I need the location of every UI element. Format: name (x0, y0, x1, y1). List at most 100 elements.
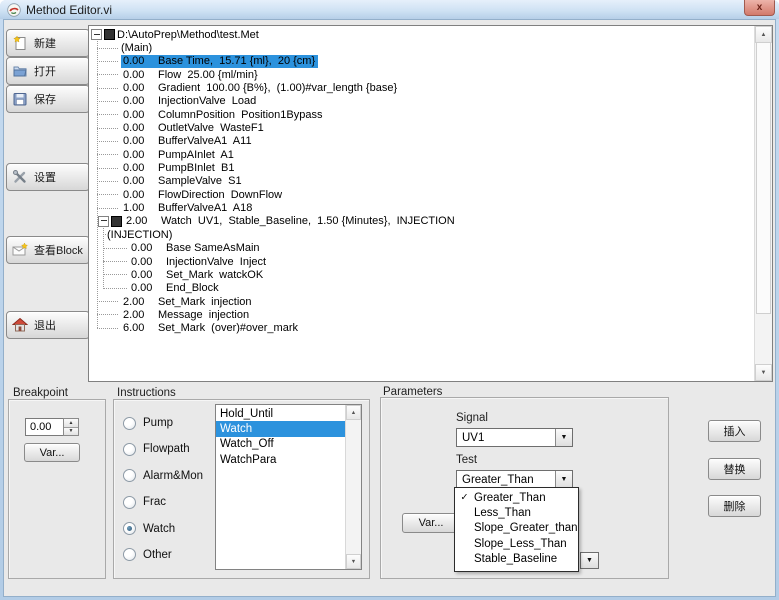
tree-row[interactable]: 0.00BufferValveA1 A11 (90, 135, 754, 148)
tree-row[interactable]: 0.00InjectionValve Load (90, 95, 754, 108)
radio-icon[interactable] (123, 469, 136, 482)
tree-row[interactable]: 0.00Flow 25.00 {ml/min} (90, 68, 754, 81)
step-text: Message injection (158, 309, 252, 321)
save-disk-icon (12, 91, 28, 107)
insert-button[interactable]: 插入 (708, 420, 761, 442)
breakpoint-value-spinner[interactable]: 0.00 ▲ ▼ (25, 418, 79, 436)
tree-row[interactable]: 0.00PumpAInlet A1 (90, 148, 754, 161)
tree-row[interactable]: D:\AutoPrep\Method\test.Met (90, 28, 754, 41)
scroll-down-icon[interactable]: ▼ (755, 364, 772, 381)
tree-row[interactable]: 6.00Set_Mark (over)#over_mark (90, 322, 754, 335)
close-icon: x (757, 2, 763, 13)
chevron-down-icon[interactable]: ▼ (555, 471, 572, 488)
tree-row-selection: 0.00Base Time, 15.71 {ml}, 20 {cm} (121, 55, 318, 68)
sidebar-button-view-block[interactable]: 查看Block (6, 236, 90, 264)
tree-row[interactable]: 2.00Watch UV1, Stable_Baseline, 1.50 {Mi… (90, 215, 754, 228)
tree-row[interactable]: 0.00SampleValve S1 (90, 175, 754, 188)
radio-icon[interactable] (123, 496, 136, 509)
tree-guide (97, 328, 118, 329)
radio-icon[interactable] (123, 548, 136, 561)
menu-item[interactable]: Less_Than (455, 505, 578, 520)
step-text: Set_Mark injection (158, 296, 255, 308)
scroll-up-icon[interactable]: ▲ (755, 26, 772, 43)
expander-collapse-icon[interactable] (91, 29, 102, 40)
tree-row[interactable]: 0.00End_Block (90, 282, 754, 295)
step-text: SampleValve S1 (158, 175, 245, 187)
sidebar-button-label: 新建 (34, 35, 56, 51)
sidebar-button-open[interactable]: 打开 (6, 57, 90, 85)
tree-guide (97, 114, 118, 115)
breakpoint-var-button[interactable]: Var... (24, 443, 80, 462)
tree-row[interactable]: 2.00Message injection (90, 308, 754, 321)
tree-row-content: 0.00PumpBInlet B1 (121, 162, 237, 175)
radio-icon[interactable] (123, 522, 136, 535)
tree-row[interactable]: 0.00OutletValve WasteF1 (90, 121, 754, 134)
sidebar-button-exit[interactable]: 退出 (6, 311, 90, 339)
spin-up-icon[interactable]: ▲ (64, 419, 78, 428)
radio-option-label: Flowpath (143, 443, 190, 455)
tree-scrollbar[interactable]: ▲ ▼ (754, 26, 772, 381)
tree-row[interactable]: 0.00Set_Mark watckOK (90, 268, 754, 281)
delete-button[interactable]: 删除 (708, 495, 761, 517)
tree-row[interactable]: 2.00Set_Mark injection (90, 295, 754, 308)
tree-row[interactable]: 0.00ColumnPosition Position1Bypass (90, 108, 754, 121)
radio-option-frac[interactable]: Frac (123, 495, 203, 509)
tree-row[interactable]: 0.00FlowDirection DownFlow (90, 188, 754, 201)
tree-row[interactable]: 0.00Base SameAsMain (90, 242, 754, 255)
radio-option-alarm-mon[interactable]: Alarm&Mon (123, 469, 203, 483)
tree-row-content: 0.00End_Block (129, 282, 222, 295)
expander-collapse-icon[interactable] (98, 216, 109, 227)
sidebar-button-new[interactable]: 新建 (6, 29, 90, 57)
tree-row[interactable]: 0.00PumpBInlet B1 (90, 161, 754, 174)
close-button[interactable]: x (744, 0, 775, 16)
menu-item[interactable]: Slope_Less_Than (455, 536, 578, 551)
list-item[interactable]: Watch (216, 421, 346, 436)
tree-row[interactable]: 0.00InjectionValve Inject (90, 255, 754, 268)
tree-row[interactable]: 1.00BufferValveA1 A18 (90, 201, 754, 214)
tree-row[interactable]: (Main) (90, 41, 754, 54)
radio-option-label: Other (143, 549, 172, 561)
tools-icon (12, 169, 28, 185)
sidebar-button-settings[interactable]: 设置 (6, 163, 90, 191)
list-item[interactable]: Watch_Off (216, 437, 346, 452)
tree-row[interactable]: 0.00Base Time, 15.71 {ml}, 20 {cm} (90, 55, 754, 68)
value-dropdown-arrow-icon[interactable]: ▼ (580, 552, 599, 569)
tree-row-content: 0.00InjectionValve Inject (129, 255, 269, 268)
spin-down-icon[interactable]: ▼ (64, 428, 78, 436)
parameters-var-button[interactable]: Var... (402, 513, 460, 533)
tree-row-content: 0.00Gradient 100.00 {B%}, (1.00)#var_len… (121, 82, 400, 95)
tree-row-content: 0.00PumpAInlet A1 (121, 148, 237, 161)
tree-row[interactable]: (INJECTION) (90, 228, 754, 241)
menu-item-label: Less_Than (474, 507, 531, 519)
signal-dropdown[interactable]: UV1 ▼ (456, 428, 573, 447)
tree-guide (97, 88, 118, 89)
step-text: OutletValve WasteF1 (158, 122, 267, 134)
listbox-scrollbar[interactable]: ▲ ▼ (345, 405, 361, 569)
list-item[interactable]: WatchPara (216, 452, 346, 467)
menu-item[interactable]: Stable_Baseline (455, 552, 578, 567)
radio-icon[interactable] (123, 443, 136, 456)
step-time: 0.00 (121, 175, 158, 187)
list-item[interactable]: Hold_Until (216, 406, 346, 421)
radio-option-label: Pump (143, 417, 173, 429)
tree-guide (103, 248, 127, 249)
radio-option-watch[interactable]: Watch (123, 522, 203, 536)
radio-option-other[interactable]: Other (123, 548, 203, 562)
step-text: Base SameAsMain (166, 242, 263, 254)
menu-item[interactable]: Slope_Greater_than (455, 521, 578, 536)
sidebar-button-save[interactable]: 保存 (6, 85, 90, 113)
spinner-buttons: ▲ ▼ (63, 418, 79, 436)
scroll-down-icon[interactable]: ▼ (346, 554, 361, 569)
replace-button[interactable]: 替换 (708, 458, 761, 480)
instruction-category-radios: Pump Flowpath Alarm&Mon Frac Watch Other (123, 416, 203, 574)
radio-option-pump[interactable]: Pump (123, 416, 203, 430)
breakpoint-value-field[interactable]: 0.00 (25, 418, 63, 436)
tree-row[interactable]: 0.00Gradient 100.00 {B%}, (1.00)#var_len… (90, 81, 754, 94)
step-text: Gradient 100.00 {B%}, (1.00)#var_length … (158, 82, 400, 94)
tree-scrollbar-thumb[interactable] (756, 42, 771, 314)
radio-option-flowpath[interactable]: Flowpath (123, 442, 203, 456)
radio-icon[interactable] (123, 417, 136, 430)
menu-item[interactable]: ✓Greater_Than (455, 490, 578, 505)
scroll-up-icon[interactable]: ▲ (346, 405, 361, 420)
chevron-down-icon[interactable]: ▼ (555, 429, 572, 446)
